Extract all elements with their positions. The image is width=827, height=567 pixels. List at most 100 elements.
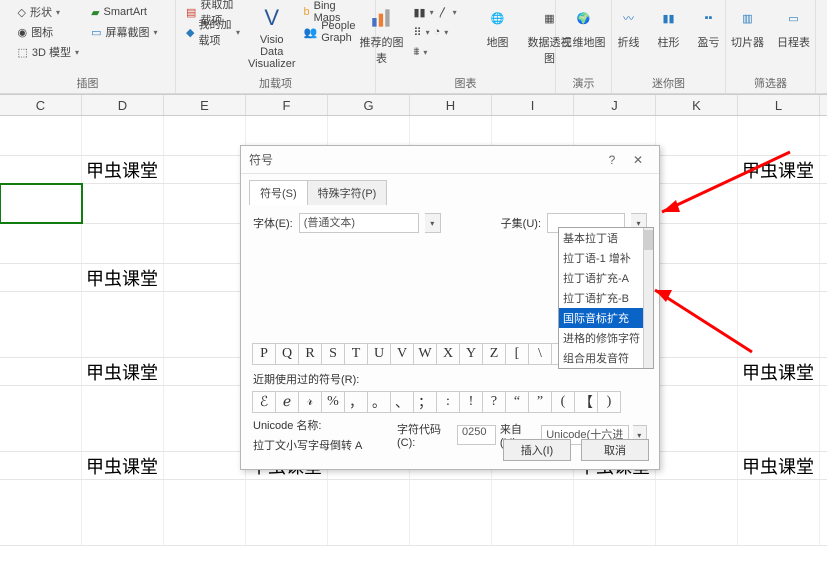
dropdown-option[interactable]: 组合用发音符: [559, 348, 653, 368]
winloss-icon: ▪▪: [695, 4, 723, 32]
shapes-button[interactable]: ◇形状▾: [14, 2, 84, 22]
char-cell[interactable]: ；: [413, 391, 437, 413]
dropdown-option[interactable]: 拉丁语-1 增补: [559, 248, 653, 268]
col-header[interactable]: D: [82, 95, 164, 115]
sparkline-line-button[interactable]: 〰折线: [611, 2, 647, 70]
char-cell[interactable]: %: [321, 391, 345, 413]
col-header[interactable]: F: [246, 95, 328, 115]
cell-content[interactable]: 甲虫课堂: [82, 156, 164, 183]
unicode-name: 拉丁文小写字母倒转 A: [253, 437, 393, 453]
char-cell[interactable]: 。: [367, 391, 391, 413]
col-header[interactable]: J: [574, 95, 656, 115]
cell-content[interactable]: 甲虫课堂: [738, 358, 820, 385]
slicer-button[interactable]: ▥切片器: [727, 2, 769, 70]
3dmap-button[interactable]: 🌍三维地图: [560, 2, 608, 70]
sparkline-column-button[interactable]: ▮▮柱形: [651, 2, 687, 70]
screenshot-button[interactable]: ▭屏幕截图▾: [87, 22, 161, 42]
ribbon: ◇形状▾ ◉图标 ⬚3D 模型▾ ▰SmartArt ▭屏幕截图▾ 插图 ▤获取…: [0, 0, 827, 94]
char-cell[interactable]: X: [436, 343, 460, 365]
smartart-icon: ▰: [91, 6, 99, 19]
recent-label: 近期使用过的符号(R):: [253, 371, 647, 387]
pie-icon: ◔: [434, 26, 441, 38]
insert-button[interactable]: 插入(I): [503, 439, 571, 461]
tab-symbols[interactable]: 符号(S): [249, 180, 308, 205]
tab-special[interactable]: 特殊字符(P): [307, 180, 388, 205]
char-cell[interactable]: \: [528, 343, 552, 365]
cell-content[interactable]: 甲虫课堂: [82, 358, 164, 385]
group-caption: 迷你图: [652, 74, 685, 93]
char-cell[interactable]: :: [436, 391, 460, 413]
visio-button[interactable]: VVisio Data Visualizer: [248, 2, 295, 70]
help-button[interactable]: ?: [599, 153, 625, 167]
char-cell[interactable]: “: [505, 391, 529, 413]
smartart-button[interactable]: ▰SmartArt: [87, 2, 161, 22]
timeline-icon: ▭: [780, 4, 808, 32]
char-cell[interactable]: U: [367, 343, 391, 365]
cell-content[interactable]: 甲虫课堂: [738, 452, 820, 479]
close-icon[interactable]: ✕: [625, 153, 651, 167]
col-header[interactable]: L: [738, 95, 820, 115]
char-cell[interactable]: P: [252, 343, 276, 365]
char-cell[interactable]: Z: [482, 343, 506, 365]
subset-dropdown[interactable]: 基本拉丁语 拉丁语-1 增补 拉丁语扩充-A 拉丁语扩充-B 国际音标扩充 进格…: [558, 227, 654, 369]
char-cell[interactable]: ?: [482, 391, 506, 413]
my-addins-button[interactable]: ◆我的加载项▾: [182, 22, 244, 42]
chart-gallery-2[interactable]: ⠿▾ ◔▾: [410, 22, 470, 42]
col-header[interactable]: C: [0, 95, 82, 115]
dropdown-option[interactable]: 拉丁语扩充-B: [559, 288, 653, 308]
char-cell[interactable]: [: [505, 343, 529, 365]
char-cell[interactable]: R: [298, 343, 322, 365]
char-cell[interactable]: T: [344, 343, 368, 365]
char-cell[interactable]: V: [390, 343, 414, 365]
map-button[interactable]: 🌐地图: [474, 2, 522, 70]
char-cell[interactable]: ): [597, 391, 621, 413]
scrollbar[interactable]: [643, 228, 653, 368]
dropdown-option-selected[interactable]: 国际音标扩充: [559, 308, 653, 328]
char-cell[interactable]: 【: [574, 391, 598, 413]
recommended-charts-button[interactable]: 推荐的图表: [358, 2, 406, 70]
people-icon: 👥: [303, 26, 317, 39]
3dmodel-button[interactable]: ⬚3D 模型▾: [14, 42, 84, 62]
col-header[interactable]: H: [410, 95, 492, 115]
cancel-button[interactable]: 取消: [581, 439, 649, 461]
char-cell[interactable]: S: [321, 343, 345, 365]
char-cell[interactable]: 、: [390, 391, 414, 413]
chevron-down-icon[interactable]: ▾: [425, 213, 441, 233]
chart-gallery-3[interactable]: ⩩▾: [410, 42, 470, 62]
char-cell[interactable]: ℯ: [275, 391, 299, 413]
char-cell[interactable]: 𝓇: [298, 391, 322, 413]
dropdown-option[interactable]: 基本拉丁语: [559, 228, 653, 248]
char-cell[interactable]: ，: [344, 391, 368, 413]
col-header[interactable]: K: [656, 95, 738, 115]
timeline-button[interactable]: ▭日程表: [773, 2, 815, 70]
font-label: 字体(E):: [253, 215, 293, 231]
char-cell[interactable]: W: [413, 343, 437, 365]
chart-gallery-1[interactable]: ▮▮▾ 〳▾: [410, 2, 470, 22]
icons-icon: ◉: [18, 26, 28, 39]
char-cell[interactable]: !: [459, 391, 483, 413]
dropdown-option[interactable]: 进格的修饰字符: [559, 328, 653, 348]
cell-content[interactable]: 甲虫课堂: [82, 452, 164, 479]
col-header[interactable]: E: [164, 95, 246, 115]
slicer-icon: ▥: [734, 4, 762, 32]
char-cell[interactable]: Y: [459, 343, 483, 365]
active-cell[interactable]: [0, 184, 82, 223]
globe-icon: 🌍: [570, 4, 598, 32]
map-icon: 🌐: [484, 4, 512, 32]
icons-button[interactable]: ◉图标: [14, 22, 84, 42]
char-cell[interactable]: ℰ: [252, 391, 276, 413]
sparkline-icon: 〰: [615, 4, 643, 32]
group-caption: 图表: [455, 74, 477, 93]
sparkline-winloss-button[interactable]: ▪▪盈亏: [691, 2, 727, 70]
col-header[interactable]: I: [492, 95, 574, 115]
cell-content[interactable]: 甲虫课堂: [82, 264, 164, 291]
line-chart-icon: 〳: [438, 4, 449, 20]
char-cell[interactable]: ”: [528, 391, 552, 413]
char-cell[interactable]: Q: [275, 343, 299, 365]
font-select[interactable]: (普通文本): [299, 213, 419, 233]
dropdown-option[interactable]: 拉丁语扩充-A: [559, 268, 653, 288]
cell-content[interactable]: 甲虫课堂: [738, 156, 820, 183]
char-cell[interactable]: (: [551, 391, 575, 413]
char-code-input[interactable]: 0250: [457, 425, 496, 445]
col-header[interactable]: G: [328, 95, 410, 115]
